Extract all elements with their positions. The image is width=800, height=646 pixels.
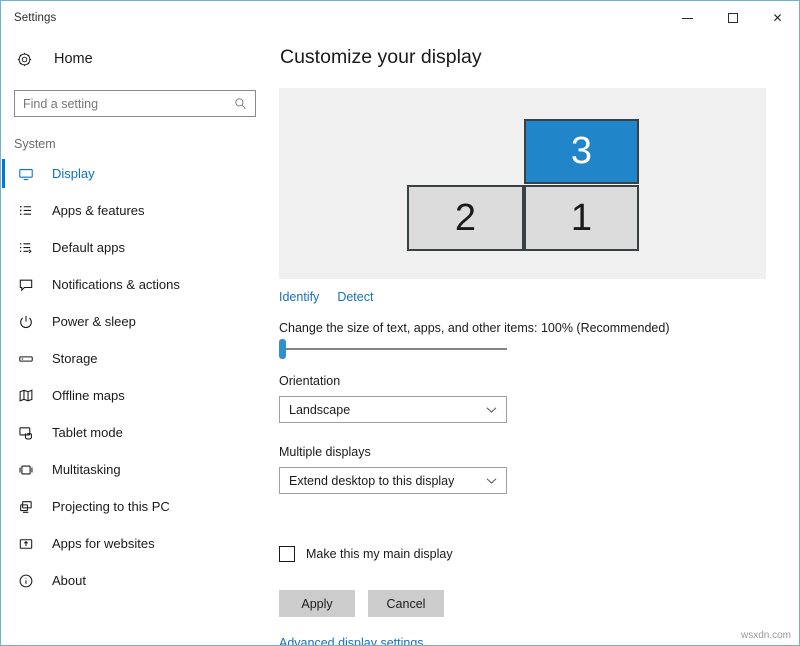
sidebar-item-multitasking[interactable]: Multitasking: [2, 451, 272, 488]
display-tile-2[interactable]: 2: [407, 185, 524, 251]
page-title: Customize your display: [280, 46, 800, 69]
sidebar-item-projecting-to-this-pc[interactable]: Projecting to this PC: [2, 488, 272, 525]
multiple-displays-dropdown[interactable]: Extend desktop to this display: [279, 467, 507, 494]
multiple-displays-label: Multiple displays: [279, 445, 371, 459]
multiple-displays-value: Extend desktop to this display: [280, 474, 486, 488]
sidebar-item-label: Apps for websites: [52, 536, 155, 551]
window-controls: ✕: [665, 2, 800, 34]
speech-bubble-icon: [14, 277, 38, 293]
scaling-slider-thumb[interactable]: [279, 339, 286, 359]
display-number: 1: [571, 197, 592, 240]
detect-link[interactable]: Detect: [337, 290, 373, 304]
info-icon: [14, 573, 38, 589]
home-label: Home: [54, 51, 93, 67]
monitor-icon: [14, 166, 38, 182]
sidebar-item-label: Apps & features: [52, 203, 145, 218]
orientation-label: Orientation: [279, 374, 340, 388]
minimize-icon: [682, 18, 693, 19]
power-icon: [14, 314, 38, 330]
watermark: wsxdn.com: [741, 630, 791, 641]
sidebar-item-label: Storage: [52, 351, 98, 366]
map-icon: [14, 388, 38, 404]
display-tile-3[interactable]: 3: [524, 119, 639, 184]
sidebar-item-label: Tablet mode: [52, 425, 123, 440]
sidebar-item-label: Projecting to this PC: [52, 499, 170, 514]
chevron-down-icon: [486, 406, 506, 414]
display-tile-1[interactable]: 1: [524, 185, 639, 251]
sidebar-item-power-sleep[interactable]: Power & sleep: [2, 303, 272, 340]
display-arrangement-panel[interactable]: 3 2 1: [279, 88, 766, 279]
sidebar-item-label: Offline maps: [52, 388, 125, 403]
sidebar-item-tablet-mode[interactable]: Tablet mode: [2, 414, 272, 451]
identify-link[interactable]: Identify: [279, 290, 319, 304]
sidebar-item-label: Display: [52, 166, 95, 181]
sidebar-item-apps-for-websites[interactable]: Apps for websites: [2, 525, 272, 562]
sidebar-item-home[interactable]: Home: [2, 42, 272, 76]
scaling-label: Change the size of text, apps, and other…: [279, 321, 670, 335]
selection-indicator: [2, 159, 5, 188]
sidebar-section-label: System: [14, 137, 272, 151]
gear-icon: [16, 51, 38, 68]
search-icon[interactable]: [234, 97, 255, 110]
orientation-dropdown[interactable]: Landscape: [279, 396, 507, 423]
project-screen-icon: [14, 499, 38, 515]
list-icon: [14, 203, 38, 219]
tablet-touch-icon: [14, 425, 38, 441]
close-icon: ✕: [772, 11, 782, 25]
sidebar-item-notifications-actions[interactable]: Notifications & actions: [2, 266, 272, 303]
minimize-button[interactable]: [665, 2, 710, 34]
settings-window: Settings ✕ Home: [0, 0, 800, 646]
sidebar-item-about[interactable]: About: [2, 562, 272, 599]
cancel-button[interactable]: Cancel: [368, 590, 444, 617]
sidebar-item-label: Default apps: [52, 240, 125, 255]
sidebar-item-label: About: [52, 573, 86, 588]
display-number: 3: [571, 130, 592, 173]
sidebar-item-storage[interactable]: Storage: [2, 340, 272, 377]
title-bar: Settings ✕: [2, 2, 800, 34]
search-input[interactable]: [15, 91, 234, 116]
chevron-down-icon: [486, 477, 506, 485]
list-arrow-icon: [14, 240, 38, 256]
maximize-icon: [728, 13, 738, 23]
sidebar-item-offline-maps[interactable]: Offline maps: [2, 377, 272, 414]
scaling-slider-track[interactable]: [281, 348, 507, 350]
sidebar-item-default-apps[interactable]: Default apps: [2, 229, 272, 266]
main-content: Customize your display 3 2 1 Identify De…: [272, 34, 800, 646]
close-button[interactable]: ✕: [755, 2, 800, 34]
search-box[interactable]: [14, 90, 256, 117]
sidebar-item-label: Multitasking: [52, 462, 121, 477]
main-display-checkbox-label: Make this my main display: [306, 547, 453, 561]
drive-icon: [14, 351, 38, 367]
orientation-value: Landscape: [280, 403, 486, 417]
sidebar-item-label: Notifications & actions: [52, 277, 180, 292]
sidebar-item-display[interactable]: Display: [2, 155, 272, 192]
sidebar: Home System Display: [2, 34, 272, 646]
box-arrow-icon: [14, 536, 38, 552]
display-actions: Identify Detect: [279, 290, 373, 304]
window-title: Settings: [14, 12, 56, 24]
main-display-checkbox-row[interactable]: Make this my main display: [279, 546, 453, 562]
display-number: 2: [455, 197, 476, 240]
apply-button[interactable]: Apply: [279, 590, 355, 617]
sidebar-item-label: Power & sleep: [52, 314, 136, 329]
sidebar-item-apps-features[interactable]: Apps & features: [2, 192, 272, 229]
advanced-display-settings-link[interactable]: Advanced display settings: [279, 636, 424, 646]
windows-split-icon: [14, 462, 38, 478]
main-display-checkbox[interactable]: [279, 546, 295, 562]
maximize-button[interactable]: [710, 2, 755, 34]
